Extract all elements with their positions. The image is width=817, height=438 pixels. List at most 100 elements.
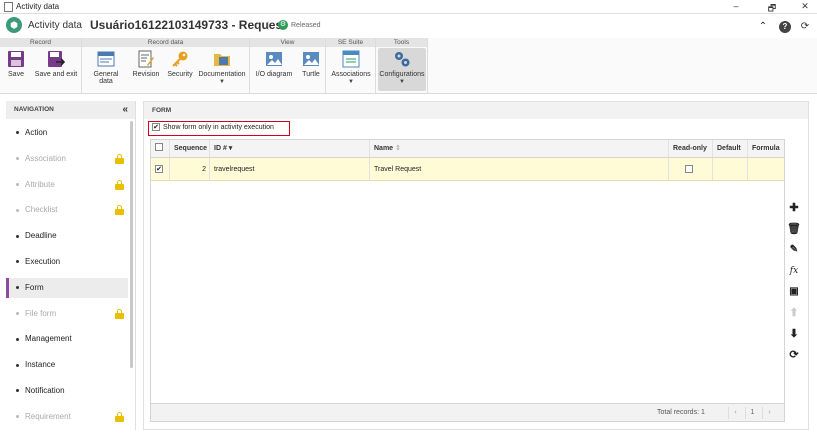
cell-id: travelrequest: [210, 158, 370, 180]
delete-icon[interactable]: 🗑: [787, 222, 801, 236]
configurations-button[interactable]: Configurations ▼: [378, 48, 426, 91]
navigation-scrollbar[interactable]: [130, 121, 133, 368]
nav-item-management[interactable]: Management: [6, 329, 128, 349]
bullet-icon: [16, 286, 19, 290]
turtle-icon: [303, 52, 319, 66]
help-icon[interactable]: ?: [779, 21, 791, 33]
form-panel: FORM ✔ Show form only in activity executi…: [143, 101, 809, 430]
cell-readonly[interactable]: [669, 158, 713, 180]
lock-icon: [115, 308, 124, 319]
col-name[interactable]: Name ⇕: [370, 140, 669, 157]
nav-item-label: Checklist: [25, 205, 58, 215]
col-readonly[interactable]: Read-only: [669, 140, 713, 157]
prev-page-icon[interactable]: ‹: [728, 407, 742, 419]
ribbon-group-title: Tools: [376, 38, 427, 47]
row-checkbox[interactable]: ✔: [155, 165, 163, 174]
app-window-icon: [4, 2, 13, 12]
grid-header: Sequence ID # ▾ Name ⇕ Read-only Default…: [151, 140, 784, 158]
bullet-icon: [16, 415, 19, 419]
save-button[interactable]: Save: [4, 50, 28, 78]
revision-label: Revision: [132, 71, 160, 78]
col-default[interactable]: Default: [713, 140, 748, 157]
save-label: Save: [8, 71, 24, 78]
row-select-cell[interactable]: ✔: [151, 158, 170, 180]
nav-item-deadline[interactable]: Deadline: [6, 226, 128, 246]
formula-icon[interactable]: fx: [787, 264, 801, 278]
io-diagram-button[interactable]: I/O diagram: [254, 50, 294, 78]
configurations-label: Configurations: [379, 71, 425, 78]
io-diagram-icon: [266, 52, 282, 66]
cell-sequence: 2: [170, 158, 210, 180]
readonly-checkbox[interactable]: [685, 165, 693, 174]
header-separator: |: [267, 20, 270, 30]
page-number[interactable]: 1: [745, 407, 759, 419]
nav-item-notification[interactable]: Notification: [6, 381, 128, 401]
navigation-title: NAVIGATION: [14, 106, 54, 113]
nav-item-label: Form: [25, 282, 44, 292]
record-header: ⬢ Activity data Usuário16122103149733 - …: [0, 14, 817, 38]
nav-item-form[interactable]: Form: [6, 277, 128, 298]
ribbon-group-title: Record data: [82, 38, 249, 47]
nav-item-instance[interactable]: Instance: [6, 355, 128, 375]
ribbon-group-title: Record: [0, 38, 81, 47]
lock-icon: [115, 205, 124, 216]
nav-item-label: File form: [25, 308, 57, 318]
show-form-checkbox[interactable]: ✔: [152, 123, 160, 132]
show-form-option[interactable]: ✔ Show form only in activity execution: [148, 121, 290, 136]
col-id[interactable]: ID # ▾: [210, 140, 370, 157]
nav-item-label: Management: [25, 334, 72, 344]
revision-icon: [138, 50, 154, 68]
grid-footer: Total records: 1 ‹ 1 ›: [151, 403, 784, 421]
add-icon[interactable]: ✚: [787, 201, 801, 215]
collapse-panel-icon[interactable]: «: [122, 101, 128, 119]
bullet-icon: [16, 363, 19, 367]
cell-default: [713, 158, 748, 180]
move-down-icon[interactable]: ⬇: [787, 327, 801, 341]
nav-item-requirement[interactable]: Requirement: [6, 407, 128, 427]
col-name-label: Name: [374, 145, 394, 152]
close-button[interactable]: ✕: [795, 1, 815, 12]
save-icon: [8, 51, 24, 67]
edit-icon[interactable]: ✎: [787, 243, 801, 257]
bullet-icon: [16, 234, 19, 238]
sort-desc-icon: ▾: [228, 145, 233, 152]
nav-item-checklist[interactable]: Checklist: [6, 200, 128, 220]
refresh-grid-icon[interactable]: ⟳: [787, 348, 801, 362]
nav-item-execution[interactable]: Execution: [6, 252, 128, 272]
app-name: Activity data: [28, 20, 82, 31]
next-page-icon[interactable]: ›: [762, 407, 776, 419]
save-and-exit-button[interactable]: Save and exit: [34, 50, 78, 78]
nav-item-label: Attribute: [25, 179, 55, 189]
select-all-checkbox[interactable]: [155, 143, 163, 152]
save-and-exit-icon: [48, 51, 65, 67]
refresh-icon[interactable]: ⟳: [799, 21, 811, 33]
dropdown-caret-icon: ▼: [348, 79, 354, 85]
table-row[interactable]: ✔ 2 travelrequest Travel Request: [151, 158, 784, 181]
revision-button[interactable]: Revision: [131, 50, 161, 78]
col-sequence[interactable]: Sequence: [170, 140, 210, 157]
minimize-button[interactable]: –: [726, 1, 746, 11]
show-form-label: Show form only in activity execution: [163, 124, 274, 131]
select-all-column[interactable]: [151, 140, 170, 157]
associations-button[interactable]: Associations ▼: [329, 50, 373, 85]
turtle-button[interactable]: Turtle: [298, 50, 324, 78]
form-section-title: FORM: [144, 102, 808, 119]
nav-item-action[interactable]: Action: [6, 123, 128, 143]
nav-item-attribute[interactable]: Attribute: [6, 175, 128, 195]
security-button[interactable]: Security: [165, 50, 195, 78]
bullet-icon: [16, 182, 19, 186]
bullet-icon: [16, 157, 19, 161]
col-formula[interactable]: Formula: [748, 140, 784, 157]
activity-logo-icon: ⬢: [6, 17, 22, 33]
nav-item-label: Execution: [25, 257, 61, 266]
bullet-icon: [16, 337, 19, 341]
documentation-button[interactable]: Documentation ▼: [198, 50, 246, 85]
nav-item-association[interactable]: Association: [6, 149, 128, 169]
bullet-icon: [16, 131, 19, 135]
lock-icon: [115, 153, 124, 164]
collapse-header-icon[interactable]: ⌃: [757, 21, 769, 33]
move-up-icon[interactable]: ⬆: [787, 306, 801, 320]
view-icon[interactable]: ▣: [787, 285, 801, 299]
nav-item-file-form[interactable]: File form: [6, 304, 128, 324]
general-data-button[interactable]: General data: [86, 50, 126, 85]
